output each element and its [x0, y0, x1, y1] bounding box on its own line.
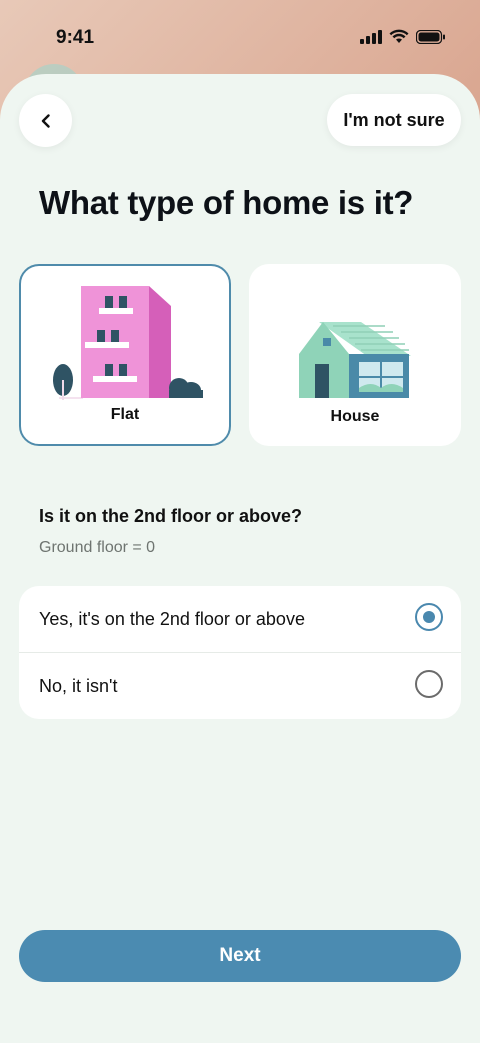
radio-button-selected[interactable]: [415, 603, 443, 631]
battery-icon: [416, 29, 445, 44]
cellular-signal-icon: [360, 29, 382, 44]
option-label: No, it isn't: [39, 675, 118, 696]
home-type-label-house: House: [330, 408, 380, 425]
home-type-card-house[interactable]: House: [249, 264, 461, 446]
status-icons: [360, 29, 446, 44]
option-yes-second-floor[interactable]: Yes, it's on the 2nd floor or above: [19, 586, 461, 653]
floor-options-list: Yes, it's on the 2nd floor or above No, …: [19, 586, 461, 719]
status-time: 9:41: [56, 27, 95, 48]
back-button[interactable]: [19, 94, 72, 147]
home-type-card-flat[interactable]: Flat: [19, 264, 231, 446]
wifi-icon: [389, 29, 409, 43]
next-button[interactable]: Next: [19, 930, 461, 982]
not-sure-button[interactable]: I'm not sure: [327, 94, 461, 146]
page-title: What type of home is it?: [39, 184, 414, 221]
chevron-left-icon: [41, 113, 50, 128]
floor-question-title: Is it on the 2nd floor or above?: [39, 506, 303, 526]
radio-button-unselected[interactable]: [415, 670, 443, 698]
option-no[interactable]: No, it isn't: [19, 653, 461, 719]
home-type-label-flat: Flat: [110, 406, 140, 423]
option-label: Yes, it's on the 2nd floor or above: [39, 608, 305, 629]
question-sheet: I'm not sure What type of home is it? Fl…: [0, 74, 480, 1043]
status-bar: 9:41: [0, 0, 480, 78]
floor-question-hint: Ground floor = 0: [39, 539, 156, 556]
